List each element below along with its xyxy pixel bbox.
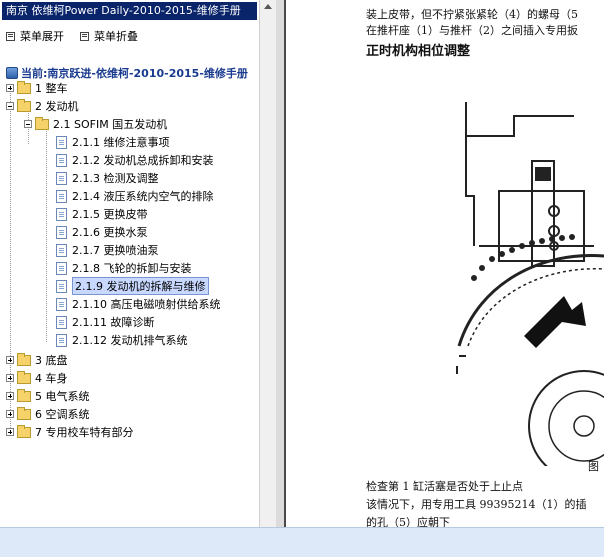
- tree-node-label[interactable]: 5 电气系统: [35, 388, 90, 404]
- tree-node-6[interactable]: 6 空调系统: [6, 406, 90, 422]
- current-location-label: 当前:南京跃进-依维柯-2010-2015-维修手册: [21, 67, 248, 80]
- tree-leaf[interactable]: 2.1.12 发动机排气系统: [56, 332, 187, 348]
- document-icon: [56, 135, 67, 149]
- tree-leaf-label[interactable]: 2.1.2 发动机总成拆卸和安装: [72, 152, 214, 168]
- expand-icon[interactable]: [6, 392, 14, 400]
- doc-text-line: 该情况下，用专用工具 99395214（1）的插: [366, 498, 587, 511]
- book-icon: [6, 67, 18, 79]
- collapse-icon[interactable]: [6, 102, 14, 110]
- tree-leaf-label[interactable]: 2.1.7 更换喷油泵: [72, 242, 159, 258]
- collapse-icon: [80, 31, 89, 41]
- tree-node-label[interactable]: 7 专用校车特有部分: [35, 424, 134, 440]
- tree-leaf[interactable]: 2.1.8 飞轮的拆卸与安装: [56, 260, 192, 276]
- nav-scrollbar[interactable]: [259, 0, 276, 527]
- tree-node-2[interactable]: 2 发动机: [6, 98, 79, 114]
- folder-icon: [17, 406, 31, 420]
- document-icon: [56, 315, 67, 329]
- expand-icon[interactable]: [6, 84, 14, 92]
- folder-icon: [17, 388, 31, 402]
- folder-icon: [17, 370, 31, 384]
- tree-node-3[interactable]: 3 底盘: [6, 352, 68, 368]
- folder-icon: [17, 80, 31, 94]
- tree-node-4[interactable]: 4 车身: [6, 370, 68, 386]
- tree-leaf[interactable]: 2.1.3 检测及调整: [56, 170, 159, 186]
- tree-node-label[interactable]: 2.1 SOFIM 国五发动机: [53, 116, 167, 132]
- collapse-menu-button[interactable]: 菜单折叠: [80, 28, 138, 44]
- folder-icon: [17, 424, 31, 438]
- status-bar: [0, 527, 604, 557]
- tree-node-2-1[interactable]: 2.1 SOFIM 国五发动机: [24, 116, 167, 132]
- tree-node-7[interactable]: 7 专用校车特有部分: [6, 424, 134, 440]
- folder-icon: [17, 352, 31, 366]
- tree-leaf-label[interactable]: 2.1.12 发动机排气系统: [72, 332, 187, 348]
- doc-heading: 正时机构相位调整: [366, 44, 471, 59]
- tree-leaf-label[interactable]: 2.1.9 发动机的拆解与维修: [72, 277, 209, 295]
- tree-leaf[interactable]: 2.1.4 液压系统内空气的排除: [56, 188, 214, 204]
- document-icon: [56, 207, 67, 221]
- document-icon: [56, 279, 67, 293]
- expand-menu-button[interactable]: 菜单展开: [6, 28, 64, 44]
- tree-node-1[interactable]: 1 整车: [6, 80, 68, 96]
- document-icon: [56, 243, 67, 257]
- tree-leaf-label[interactable]: 2.1.6 更换水泵: [72, 224, 148, 240]
- document-icon: [56, 225, 67, 239]
- doc-text-line: 检查第 1 缸活塞是否处于上止点: [366, 480, 523, 493]
- navigation-pane: 南京 依维柯Power Daily-2010-2015-维修手册 菜单展开 菜单…: [0, 0, 259, 527]
- document-icon: [56, 189, 67, 203]
- document-icon: [56, 261, 67, 275]
- tree-node-label[interactable]: 6 空调系统: [35, 406, 90, 422]
- scroll-up-arrow-icon[interactable]: [264, 4, 272, 9]
- doc-text-line: 装上皮带，但不拧紧张紧轮（4）的螺母（5: [366, 8, 578, 21]
- document-pane: 装上皮带，但不拧紧张紧轮（4）的螺母（5 在推杆座（1）与推杆（2）之间插入专用…: [286, 0, 604, 527]
- tree-node-label[interactable]: 1 整车: [35, 80, 68, 96]
- expand-icon[interactable]: [6, 410, 14, 418]
- tree-leaf[interactable]: 2.1.1 维修注意事项: [56, 134, 170, 150]
- pane-splitter[interactable]: [276, 0, 286, 527]
- expand-icon[interactable]: [6, 374, 14, 382]
- collapse-menu-label: 菜单折叠: [94, 30, 138, 43]
- expand-menu-label: 菜单展开: [20, 30, 64, 43]
- tree-leaf-label[interactable]: 2.1.1 维修注意事项: [72, 134, 170, 150]
- tree-node-label[interactable]: 2 发动机: [35, 98, 79, 114]
- tree-node-5[interactable]: 5 电气系统: [6, 388, 90, 404]
- tree-leaf-label[interactable]: 2.1.8 飞轮的拆卸与安装: [72, 260, 192, 276]
- tree-leaf-selected[interactable]: 2.1.9 发动机的拆解与维修: [56, 277, 209, 295]
- document-icon: [56, 153, 67, 167]
- tree-leaf[interactable]: 2.1.11 故障诊断: [56, 314, 154, 330]
- expand-icon[interactable]: [6, 428, 14, 436]
- current-location: 当前:南京跃进-依维柯-2010-2015-维修手册: [6, 65, 248, 81]
- tree-line: [46, 126, 47, 342]
- engine-timing-figure: [456, 102, 604, 466]
- doc-text-line: 的孔（5）应朝下: [366, 516, 450, 527]
- tree-leaf[interactable]: 2.1.6 更换水泵: [56, 224, 148, 240]
- document-icon: [56, 297, 67, 311]
- collapse-icon[interactable]: [24, 120, 32, 128]
- tree-leaf-label[interactable]: 2.1.11 故障诊断: [72, 314, 154, 330]
- tree-node-label[interactable]: 4 车身: [35, 370, 68, 386]
- folder-open-icon: [35, 116, 49, 130]
- tree-leaf[interactable]: 2.1.2 发动机总成拆卸和安装: [56, 152, 214, 168]
- figure-caption: 图: [588, 460, 599, 473]
- tree-leaf-label[interactable]: 2.1.4 液压系统内空气的排除: [72, 188, 214, 204]
- tree-leaf[interactable]: 2.1.5 更换皮带: [56, 206, 148, 222]
- document-icon: [56, 333, 67, 347]
- folder-open-icon: [17, 98, 31, 112]
- expand-icon[interactable]: [6, 356, 14, 364]
- tree-leaf-label[interactable]: 2.1.3 检测及调整: [72, 170, 159, 186]
- manual-title: 南京 依维柯Power Daily-2010-2015-维修手册: [2, 2, 257, 20]
- tree-leaf[interactable]: 2.1.10 高压电磁喷射供给系统: [56, 296, 220, 312]
- tree-node-label[interactable]: 3 底盘: [35, 352, 68, 368]
- tree-leaf-label[interactable]: 2.1.10 高压电磁喷射供给系统: [72, 296, 220, 312]
- document-icon: [56, 171, 67, 185]
- tree-leaf-label[interactable]: 2.1.5 更换皮带: [72, 206, 148, 222]
- tree-leaf[interactable]: 2.1.7 更换喷油泵: [56, 242, 159, 258]
- expand-icon: [6, 31, 15, 41]
- doc-text-line: 在推杆座（1）与推杆（2）之间插入专用扳: [366, 24, 578, 37]
